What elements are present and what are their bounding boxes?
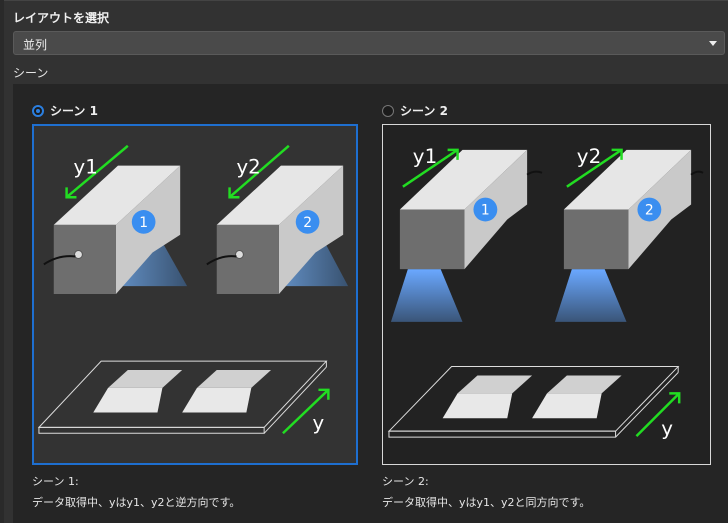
scene-1-illustration: 1 2 y1 y2 y bbox=[37, 144, 349, 434]
scene-2-image[interactable]: 1 2 y1 y2 y bbox=[382, 124, 711, 465]
left-edge bbox=[0, 0, 4, 523]
scene-2-illustration: 1 2 y1 y2 y bbox=[387, 145, 704, 440]
conveyor-platform bbox=[387, 366, 680, 438]
scene-label: シーン bbox=[13, 66, 49, 80]
scene-1-radio[interactable]: シーン 1 bbox=[32, 102, 98, 119]
scene-2-caption-text: データ取得中、yはy1、y2と同方向です。 bbox=[382, 496, 591, 509]
arrow-y-icon: y bbox=[282, 388, 330, 434]
arrow-y-icon: y bbox=[635, 392, 681, 440]
chevron-down-icon[interactable] bbox=[709, 41, 717, 46]
section-title: レイアウトを選択 bbox=[13, 11, 110, 25]
layout-select-value: 並列 bbox=[23, 38, 48, 52]
svg-text:2: 2 bbox=[303, 215, 312, 231]
top-divider bbox=[0, 0, 728, 1]
svg-text:1: 1 bbox=[481, 202, 490, 218]
scene-1-caption-text: データ取得中、yはy1、y2と逆方向です。 bbox=[32, 496, 241, 509]
layout-select[interactable]: 並列 bbox=[13, 31, 725, 55]
scene-1-image[interactable]: 1 2 y1 y2 y bbox=[32, 124, 358, 465]
radio-selected-icon[interactable] bbox=[32, 104, 44, 117]
radio-unselected-icon[interactable] bbox=[382, 104, 394, 117]
scene-1-caption-title: シーン 1: bbox=[32, 475, 79, 488]
camera-1: 1 bbox=[390, 149, 543, 322]
svg-text:1: 1 bbox=[139, 215, 148, 231]
scene-2-radio[interactable]: シーン 2 bbox=[382, 102, 448, 119]
camera-1: 1 bbox=[43, 165, 188, 295]
svg-text:y1: y1 bbox=[74, 156, 98, 179]
svg-text:y2: y2 bbox=[577, 145, 601, 168]
svg-text:y2: y2 bbox=[236, 156, 260, 179]
scene-2-caption-title: シーン 2: bbox=[382, 475, 429, 488]
svg-text:y1: y1 bbox=[413, 145, 437, 168]
scene-1-radio-label: シーン 1 bbox=[50, 104, 98, 118]
camera-2: 2 bbox=[206, 165, 349, 295]
svg-text:y: y bbox=[313, 411, 325, 434]
conveyor-platform bbox=[37, 360, 328, 434]
scene-2-radio-label: シーン 2 bbox=[400, 104, 448, 118]
svg-text:2: 2 bbox=[645, 202, 654, 218]
camera-2: 2 bbox=[554, 149, 704, 322]
svg-text:y: y bbox=[661, 417, 673, 440]
